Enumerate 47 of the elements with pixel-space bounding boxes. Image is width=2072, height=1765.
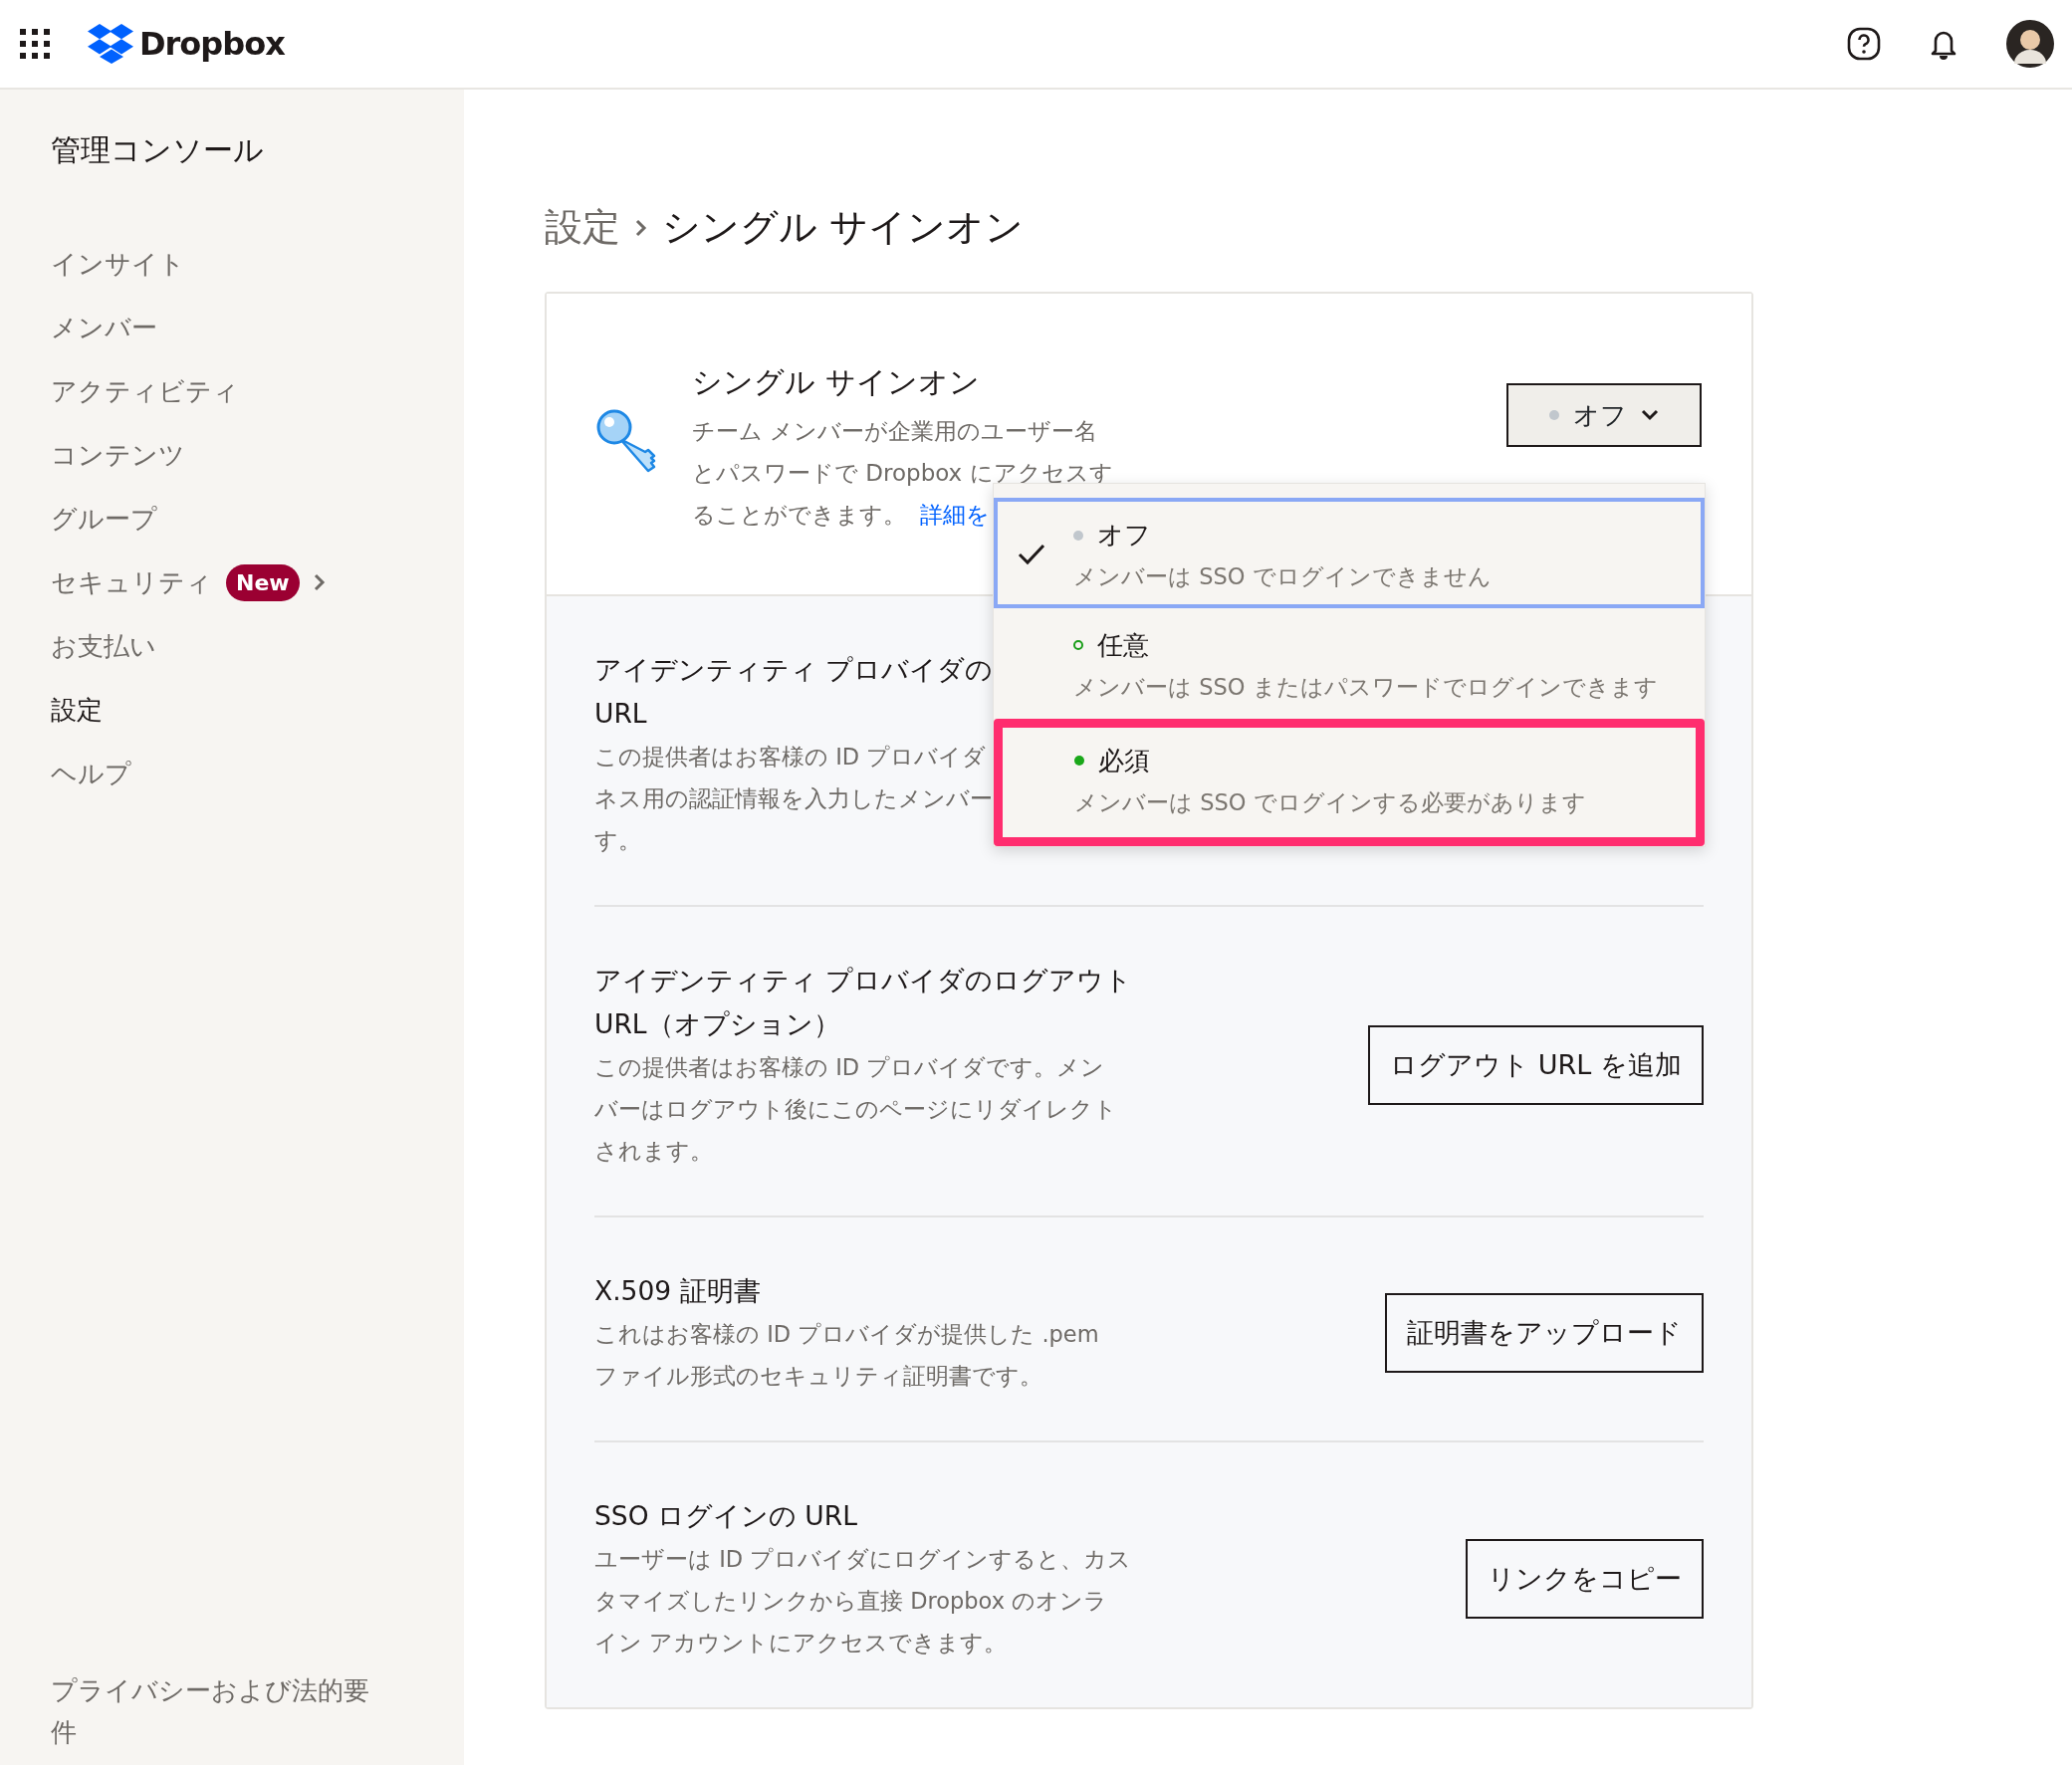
section-title: シングル サインオン — [692, 363, 981, 401]
option-description: メンバーは SSO でログインする必要があります — [1074, 787, 1586, 817]
brand-name: Dropbox — [139, 24, 285, 65]
dropdown-option[interactable]: 任意 メンバーは SSO またはパスワードでログインできます — [994, 607, 1705, 719]
logo-icon — [88, 24, 133, 64]
dropdown-option[interactable]: 必須 メンバーは SSO でログインする必要があります — [994, 718, 1705, 847]
setting-title: SSO ログインの URL — [594, 1499, 858, 1533]
sidebar-item[interactable]: コンテンツ — [51, 423, 464, 487]
sidebar-item[interactable]: メンバー — [51, 296, 464, 359]
setting-description: ユーザーは ID プロバイダにログインすると、カス タマイズしたリンクから直接 Dropbox のオンラ イン アカウントにアクセスできます。 — [594, 1545, 1132, 1657]
setting-description: この提供者はお客様の ID プロバイダ ネス用の認証情報を入力したメンバー す。 — [594, 743, 994, 855]
breadcrumb-link[interactable]: 設定 — [545, 199, 620, 256]
sidebar-item[interactable]: インサイト — [51, 232, 464, 296]
option-label: 必須 — [1098, 744, 1150, 777]
option-label: オフ — [1097, 519, 1151, 552]
chevron-right-icon — [634, 217, 648, 238]
sidebar-item[interactable]: グループ — [51, 487, 464, 551]
sidebar-item[interactable]: アクティビティ — [51, 359, 464, 423]
sidebar-item[interactable]: お支払い — [51, 614, 464, 678]
dropdown-option[interactable]: オフ メンバーは SSO でログインできません — [994, 498, 1705, 608]
page-title: シングル サインオン — [662, 204, 1025, 251]
learn-more-link[interactable]: 詳細を — [920, 502, 990, 528]
setting-title: アイデンティティ プロバイダの URL — [594, 653, 994, 731]
setting-title: アイデンティティ プロバイダのログアウト URL（オプション） — [594, 964, 1133, 1041]
sidebar-item[interactable]: 設定 — [51, 678, 464, 742]
sidebar-item[interactable]: ヘルプ — [51, 742, 464, 805]
new-tag: New — [226, 563, 300, 601]
setting-title: X.509 証明書 — [594, 1274, 762, 1308]
option-description: メンバーは SSO またはパスワードでログインできます — [1073, 672, 1658, 702]
apps-grid-icon[interactable] — [20, 29, 50, 59]
option-description: メンバーは SSO でログインできません — [1073, 562, 1492, 591]
help-icon[interactable] — [1847, 27, 1881, 61]
sidebar-title: 管理コンソール — [51, 131, 265, 169]
privacy-link[interactable]: プライバシーおよび法的要 件 — [51, 1669, 389, 1753]
setting-description: これはお客様の ID プロバイダが提供した .pem ファイル形式のセキュリティ証明書です。 — [594, 1320, 1099, 1391]
key-icon — [596, 409, 658, 475]
caret-icon — [1641, 409, 1659, 421]
sidebar-item[interactable]: セキュリティ — [51, 562, 212, 602]
avatar[interactable] — [2006, 20, 2054, 68]
action-button[interactable]: ログアウト URL を追加 — [1368, 1025, 1704, 1105]
action-button[interactable]: 証明書をアップロード — [1385, 1293, 1704, 1373]
option-label: 任意 — [1097, 628, 1149, 662]
status-dropdown[interactable]: オフ — [1506, 383, 1702, 447]
status-dot — [1549, 410, 1559, 420]
chevron-right-icon[interactable] — [313, 573, 326, 591]
setting-description: この提供者はお客様の ID プロバイダです。メン バーはログアウト後にこのページにリダイレクト されます。 — [594, 1053, 1118, 1166]
action-button[interactable]: リンクをコピー — [1466, 1539, 1704, 1619]
